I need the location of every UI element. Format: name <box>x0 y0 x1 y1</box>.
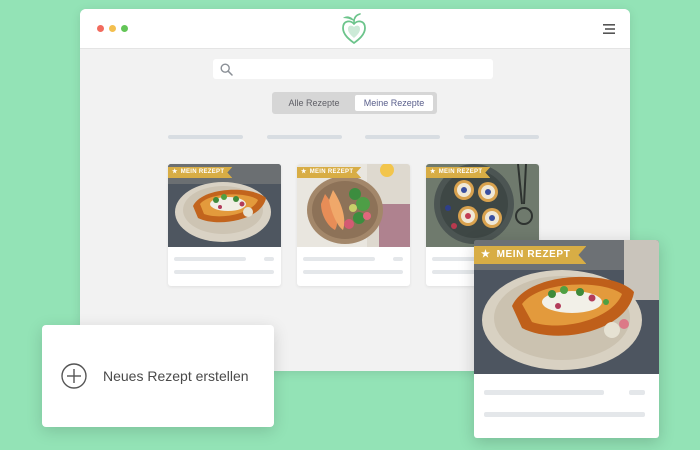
star-icon: ★ <box>430 169 436 175</box>
text-placeholder-line <box>174 257 246 261</box>
text-placeholder-line <box>264 257 274 261</box>
close-window-icon[interactable] <box>97 25 104 32</box>
text-placeholder-line <box>303 257 375 261</box>
mein-rezept-badge: ★ MEIN REZEPT <box>297 167 361 178</box>
create-recipe-label: Neues Rezept erstellen <box>103 368 249 384</box>
text-placeholder-line <box>629 390 645 395</box>
tab-alle-rezepte[interactable]: Alle Rezepte <box>276 95 352 111</box>
recipe-card[interactable]: ★ MEIN REZEPT <box>297 164 410 286</box>
search-input[interactable] <box>213 59 493 79</box>
filter-placeholder-bar[interactable] <box>365 135 440 139</box>
recipe-card[interactable]: ★ MEIN REZEPT <box>168 164 281 286</box>
star-icon: ★ <box>301 169 307 175</box>
filter-placeholder-bar[interactable] <box>168 135 243 139</box>
featured-recipe-card[interactable]: ★ MEIN REZEPT <box>474 240 659 438</box>
text-placeholder-line <box>393 257 403 261</box>
filter-placeholder-bar[interactable] <box>464 135 539 139</box>
minimize-window-icon[interactable] <box>109 25 116 32</box>
recipe-tabs: Alle Rezepte Meine Rezepte <box>272 92 437 114</box>
apple-heart-logo-icon[interactable] <box>340 13 368 45</box>
text-placeholder-line <box>484 390 604 395</box>
star-icon: ★ <box>172 169 178 175</box>
star-icon: ★ <box>481 249 491 260</box>
mein-rezept-badge: ★ MEIN REZEPT <box>168 167 232 178</box>
search-icon <box>220 63 233 76</box>
hamburger-menu-icon[interactable] <box>603 24 615 34</box>
text-placeholder-line <box>484 412 645 417</box>
mein-rezept-badge: ★ MEIN REZEPT <box>474 246 586 264</box>
tab-meine-rezepte[interactable]: Meine Rezepte <box>355 95 433 111</box>
text-placeholder-line <box>303 270 403 274</box>
plus-circle-icon <box>61 363 87 389</box>
title-bar <box>80 9 630 49</box>
mein-rezept-badge: ★ MEIN REZEPT <box>426 167 490 178</box>
create-recipe-button[interactable]: Neues Rezept erstellen <box>42 325 274 427</box>
text-placeholder-line <box>174 270 274 274</box>
maximize-window-icon[interactable] <box>121 25 128 32</box>
filter-placeholder-bar[interactable] <box>267 135 342 139</box>
